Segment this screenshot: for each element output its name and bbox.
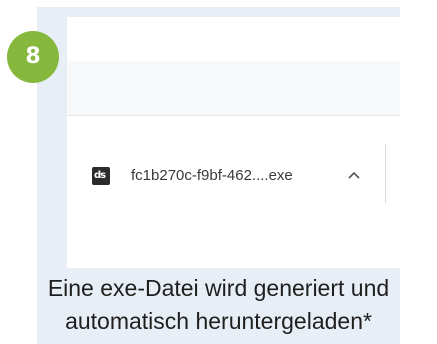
- chevron-up-icon[interactable]: [345, 167, 363, 185]
- download-filename[interactable]: fc1b270c-f9bf-462....exe: [131, 167, 293, 185]
- download-item[interactable]: ds fc1b270c-f9bf-462....exe: [67, 115, 386, 231]
- browser-toolbar: [67, 61, 400, 116]
- browser-top-area: [67, 17, 400, 61]
- browser-window: ds fc1b270c-f9bf-462....exe: [67, 17, 400, 268]
- step-caption: Eine exe-Datei wird generiert und automa…: [37, 272, 400, 338]
- step-number-badge: 8: [7, 31, 59, 83]
- caption-line-2: automatisch heruntergeladen*: [65, 308, 372, 334]
- installer-file-icon: ds: [92, 167, 110, 185]
- caption-line-1: Eine exe-Datei wird generiert und: [47, 275, 390, 301]
- download-separator: [385, 144, 386, 203]
- file-icon-glyph: ds: [94, 170, 106, 181]
